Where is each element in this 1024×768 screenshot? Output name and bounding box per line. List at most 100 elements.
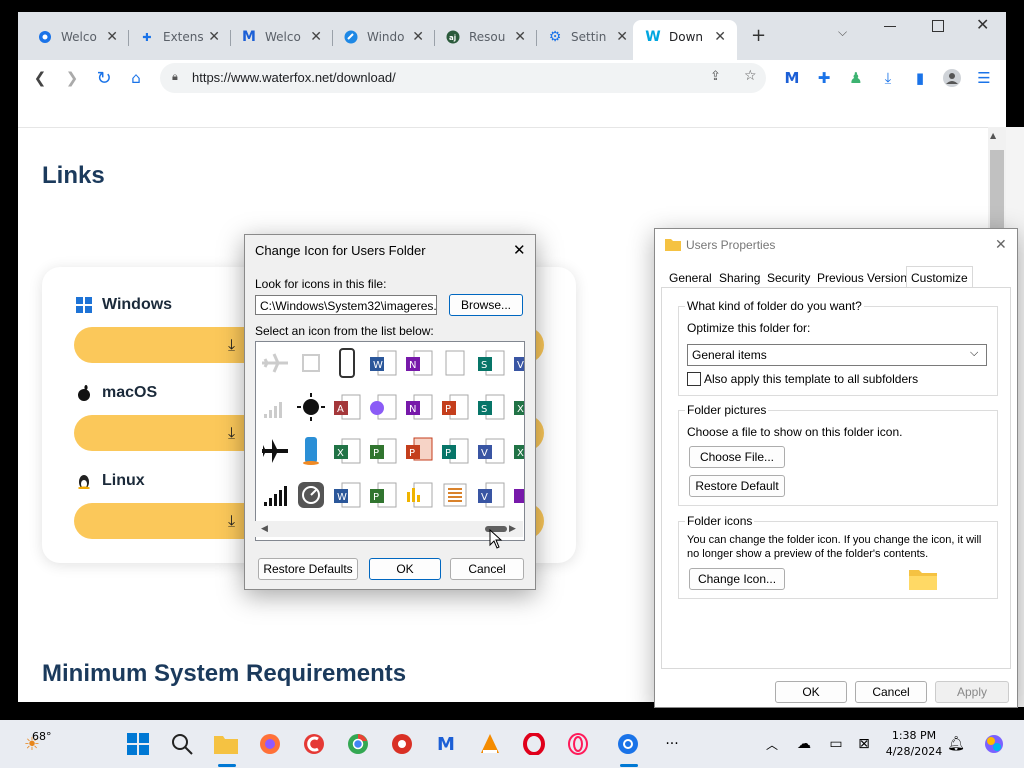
download-icon[interactable]: ⤓: [878, 68, 898, 88]
visio-alt-doc-icon[interactable]: V: [476, 436, 506, 466]
optimize-select[interactable]: General items ⌵: [687, 344, 987, 366]
opera-icon[interactable]: [520, 730, 548, 758]
tab-5[interactable]: aj Resou ✕: [446, 24, 530, 50]
icon-list-hscrollbar[interactable]: ◀ ▶: [255, 521, 523, 537]
onenote-doc2-icon[interactable]: N: [404, 392, 434, 422]
speedometer-icon[interactable]: [296, 480, 326, 510]
chrome-icon[interactable]: [344, 730, 372, 758]
excel-alt2-doc-icon[interactable]: X: [512, 436, 524, 466]
tab-security[interactable]: Security: [763, 269, 814, 287]
opera-gx-icon[interactable]: [564, 730, 592, 758]
clock-date[interactable]: 4/28/2024: [884, 745, 944, 758]
powerpoint-show-icon[interactable]: P: [404, 436, 434, 466]
ccleaner-icon[interactable]: [300, 730, 328, 758]
apply-template-checkbox[interactable]: [687, 372, 701, 386]
icon-file-path-input[interactable]: C:\Windows\System32\imageres.dll: [255, 295, 437, 315]
scroll-up-arrow-icon[interactable]: ▲: [990, 131, 996, 140]
display-icon[interactable]: ▭: [822, 730, 850, 758]
malwarebytes-icon[interactable]: M: [432, 730, 460, 758]
publisher-doc-icon[interactable]: S: [476, 348, 506, 378]
visio-doc-icon[interactable]: V: [512, 348, 524, 378]
close-icon[interactable]: ✕: [514, 29, 526, 45]
close-icon[interactable]: ✕: [714, 29, 726, 45]
vlc-icon[interactable]: [476, 730, 504, 758]
minimize-icon[interactable]: [884, 26, 896, 27]
firefox-icon[interactable]: [256, 730, 284, 758]
visio-alt2-doc-icon[interactable]: V: [476, 480, 506, 510]
network-icon[interactable]: ⊠: [850, 730, 878, 758]
close-icon[interactable]: ✕: [616, 29, 628, 45]
airplane-icon[interactable]: [260, 436, 290, 466]
close-icon[interactable]: ✕: [513, 241, 526, 259]
extensions-icon[interactable]: ✚: [814, 68, 834, 88]
home-icon[interactable]: ⌂: [126, 68, 146, 88]
tab-previous-versions[interactable]: Previous Versions: [813, 269, 917, 287]
sidepanel-icon[interactable]: ▮: [910, 68, 930, 88]
excel-alt-doc-icon[interactable]: X: [332, 436, 362, 466]
brightness-icon[interactable]: [296, 392, 326, 422]
chrome-alt-icon[interactable]: [614, 730, 642, 758]
clock-time[interactable]: 1:38 PM: [884, 729, 944, 742]
close-icon[interactable]: ✕: [106, 29, 118, 45]
ok-button[interactable]: OK: [775, 681, 847, 703]
scroll-left-arrow-icon[interactable]: ◀: [261, 523, 268, 534]
bookmark-icon[interactable]: ☆: [744, 68, 757, 84]
more-apps-icon[interactable]: ···: [658, 730, 686, 758]
share-icon[interactable]: ⇪: [710, 69, 721, 84]
scroll-right-arrow-icon[interactable]: ▶: [509, 523, 516, 534]
chart-doc-icon[interactable]: [404, 480, 434, 510]
list-doc-icon[interactable]: [440, 480, 470, 510]
back-icon[interactable]: ❮: [30, 68, 50, 88]
access-doc-icon[interactable]: A: [332, 392, 362, 422]
search-icon[interactable]: [168, 730, 196, 758]
copilot-icon[interactable]: [980, 730, 1008, 758]
cancel-button[interactable]: Cancel: [450, 558, 524, 580]
chip-faded-icon[interactable]: [296, 348, 326, 378]
maximize-icon[interactable]: [932, 20, 944, 32]
apply-button[interactable]: Apply: [935, 681, 1009, 703]
chevron-up-icon[interactable]: ︿: [758, 730, 786, 758]
onenote-alt-doc-icon[interactable]: [512, 480, 524, 510]
profile-icon[interactable]: [942, 68, 962, 88]
sway-doc-icon[interactable]: S: [476, 392, 506, 422]
icon-list[interactable]: W N S V A N P S X X P P P V X W P V: [255, 341, 525, 541]
window-close-icon[interactable]: ✕: [976, 15, 989, 34]
tab-4[interactable]: Windo ✕: [344, 24, 428, 50]
airplane-faded-icon[interactable]: [260, 348, 290, 378]
publisher-alt-doc-icon[interactable]: P: [440, 436, 470, 466]
tab-7-active[interactable]: W Down ✕: [645, 24, 730, 50]
address-bar[interactable]: 🔒︎ https://www.waterfox.net/download/ ⇪ …: [160, 63, 766, 93]
powerpoint-doc-icon[interactable]: P: [440, 392, 470, 422]
tab-customize[interactable]: Customize: [906, 266, 973, 289]
restore-default-button[interactable]: Restore Default: [689, 475, 785, 497]
start-icon[interactable]: [124, 730, 152, 758]
project-doc-icon[interactable]: P: [368, 436, 398, 466]
chevron-down-icon[interactable]: ⌵: [838, 25, 847, 40]
word-doc-icon[interactable]: W: [368, 348, 398, 378]
project-alt-doc-icon[interactable]: P: [368, 480, 398, 510]
file-explorer-icon[interactable]: [212, 730, 240, 758]
close-icon[interactable]: ✕: [412, 29, 424, 45]
tab-general[interactable]: General: [665, 269, 716, 287]
malwarebytes-ext-icon[interactable]: M: [782, 68, 802, 88]
forward-icon[interactable]: ❯: [62, 68, 82, 88]
word-alt-doc-icon[interactable]: W: [332, 480, 362, 510]
reload-icon[interactable]: ↻: [94, 68, 114, 89]
excel-doc-icon[interactable]: X: [512, 392, 524, 422]
close-icon[interactable]: ✕: [208, 29, 220, 45]
blank-doc-icon[interactable]: [440, 348, 470, 378]
close-icon[interactable]: ✕: [995, 236, 1007, 253]
tab-1[interactable]: Welco ✕: [38, 24, 122, 50]
new-tab-plus-icon[interactable]: +: [751, 25, 766, 46]
onenote-doc-icon[interactable]: N: [404, 348, 434, 378]
figure-ext-icon[interactable]: ♟: [846, 68, 866, 88]
cancel-button[interactable]: Cancel: [855, 681, 927, 703]
choose-file-button[interactable]: Choose File...: [689, 446, 785, 468]
notification-bell-icon[interactable]: 🔔︎: [942, 730, 970, 758]
menu-icon[interactable]: ☰: [974, 68, 994, 88]
tab-2[interactable]: ✚ Extens ✕: [140, 24, 224, 50]
phone-blue-icon[interactable]: [296, 436, 326, 466]
restore-defaults-button[interactable]: Restore Defaults: [258, 558, 358, 580]
signal-icon[interactable]: [260, 480, 290, 510]
form-doc-icon[interactable]: [368, 392, 398, 422]
